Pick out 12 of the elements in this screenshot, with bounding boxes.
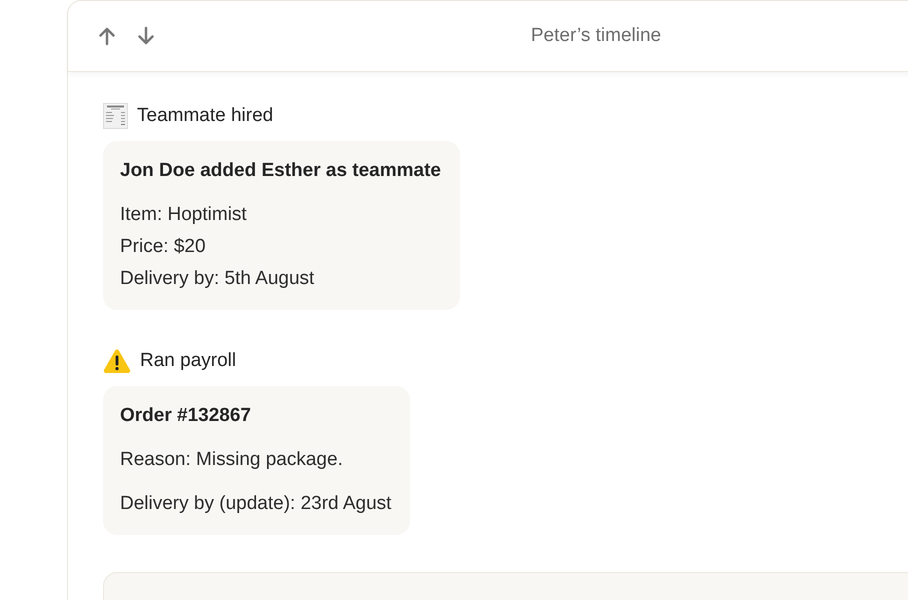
- card-heading: Jon Doe added Esther as teammate: [120, 159, 441, 183]
- event-title: Ran payroll: [140, 350, 236, 372]
- receipt-icon: [103, 102, 128, 128]
- warning-icon: [103, 348, 131, 373]
- card-detail: Delivery by: 5th August: [120, 267, 316, 291]
- card-detail: Reason: Missing package.: [120, 448, 344, 472]
- card-detail: Item: Hoptimist: [120, 203, 248, 227]
- event-title: Teammate hired: [137, 104, 274, 126]
- timeline-title: Peter’s timeline: [530, 25, 662, 47]
- card-detail: Delivery by (update): 23rd Agust: [120, 492, 392, 516]
- card-detail: Price: $20: [120, 235, 207, 259]
- card-heading: Order #132867: [120, 404, 252, 428]
